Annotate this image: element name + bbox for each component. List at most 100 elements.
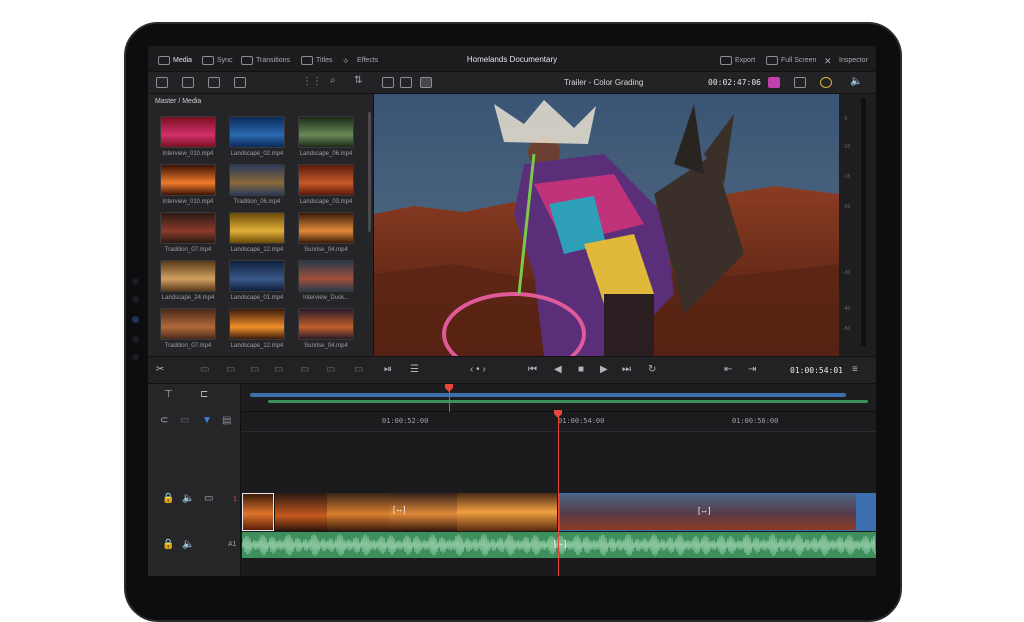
video-clip[interactable] [275,493,327,531]
snap-icon[interactable]: ⊂ [160,416,168,426]
title-tool-icon[interactable]: ⊤ [164,390,173,400]
timeline-mode-icon[interactable] [420,77,432,88]
video-visibility-icon[interactable]: ▭ [204,494,213,504]
overwrite-clip-icon[interactable]: ▭ [226,365,235,375]
meter-label: -20 [843,204,851,210]
media-clip-thumbnail[interactable] [160,116,216,148]
stop-icon[interactable]: ■ [578,365,584,375]
media-pool-scrollbar[interactable] [368,112,371,232]
media-pool: Master / Media Interview_010.mp4 Landscap… [148,94,374,356]
search-icon[interactable]: ⌕ [330,75,342,86]
blade-tool-icon[interactable]: ✂ [156,365,164,375]
sort-icon[interactable]: ⇅ [354,75,366,86]
next-edit-icon[interactable]: ⇥ [748,365,756,375]
meter-label: -10 [843,144,851,150]
viewer-mode-icon[interactable] [382,77,394,88]
top-toolbar: Media Sync Transitions Titles ✧ Effects … [148,46,876,72]
append-icon[interactable]: ▭ [326,365,335,375]
media-clip-thumbnail[interactable] [229,164,285,196]
media-clip-thumbnail[interactable] [229,212,285,244]
media-clip-thumbnail[interactable] [160,308,216,340]
prev-edit-icon[interactable]: ⇤ [724,365,732,375]
audio-clip[interactable]: [↔] [241,532,876,558]
media-clip-name: Landscape_12.mp4 [230,343,284,349]
marker-icon[interactable]: ▤ [222,416,231,426]
menu-icon[interactable]: ≡ [852,365,858,375]
track-headers: 🔒 🔈 ▭ 1 🔒 🔈 A1 [148,432,241,576]
media-clip-thumbnail[interactable] [160,164,216,196]
replace-clip-icon[interactable]: ▭ [250,365,259,375]
video-clip[interactable] [857,493,876,531]
meter-label: -5 [843,116,848,122]
skip-to-start-icon[interactable]: ⏮ [528,365,537,375]
place-on-top-icon[interactable]: ▭ [300,365,309,375]
video-clip[interactable] [457,493,557,531]
audio-mute-icon[interactable]: 🔈 [182,540,194,550]
transition-icon[interactable]: [↔] [393,505,405,514]
audio-lock-icon[interactable]: 🔒 [162,540,174,550]
video-audio-toggle-icon[interactable]: 🔈 [182,494,194,504]
video-clip[interactable]: [↔] [389,493,457,531]
ruler-timecode: 01:00:52:00 [382,417,429,425]
grid-view-icon[interactable]: ⋮⋮ [302,76,322,87]
overview-audio-strip[interactable] [268,400,868,403]
transition-icon[interactable]: [↔] [554,539,566,548]
media-clip-thumbnail[interactable] [298,260,354,292]
video-track-label: 1 [233,496,237,503]
timeline-name[interactable]: Trailer - Color Grading [564,78,643,87]
skip-to-end-icon[interactable]: ⏭ [622,365,631,375]
fullscreen-button[interactable]: Full Screen [766,54,816,66]
video-clip[interactable] [242,493,274,531]
ruler-timecode: 01:00:56:00 [732,417,779,425]
media-clip-thumbnail[interactable] [229,260,285,292]
link-icon[interactable] [234,77,246,88]
sidebar-toggle-icon[interactable] [156,77,168,88]
secondary-toolbar: ⋮⋮ ⌕ ⇅ Trailer - Color Grading 00:02:47:… [148,72,876,94]
media-clip-thumbnail[interactable] [229,116,285,148]
inspector-button[interactable]: ✕ Inspector [824,54,868,66]
timeline-ruler[interactable]: ⊂ ▭ ▼ ▤ 01:00:52:00 01:00:54:00 01:00:56… [148,412,876,432]
video-clip[interactable] [327,493,389,531]
video-clip[interactable]: [↔] [559,493,857,531]
transition-icon[interactable]: [↔] [698,506,710,515]
settings-sliders-icon[interactable]: ☰ [410,365,419,375]
media-clip-thumbnail[interactable] [298,308,354,340]
ripple-overwrite-icon[interactable]: ▭ [354,365,363,375]
color-icon[interactable] [768,77,780,88]
timeline-playhead[interactable] [558,412,559,576]
media-clip-name: Landscape_24.mp4 [161,295,215,301]
export-button[interactable]: Export [720,54,755,66]
ruler-head: ⊂ ▭ ▼ ▤ [148,412,241,432]
linked-selection-icon[interactable]: ▭ [180,416,189,426]
play-reverse-icon[interactable]: ◀ [554,365,562,375]
volume-icon[interactable]: 🔈 [850,76,862,87]
jog-control-icon[interactable]: ‹ • › [470,365,486,375]
media-clip-thumbnail[interactable] [229,308,285,340]
meter-label: -40 [843,306,851,312]
export-icon [720,55,732,65]
transform-icon[interactable] [794,77,806,88]
media-clip-thumbnail[interactable] [298,164,354,196]
source-timecode: 00:02:47:06 [708,78,761,87]
flag-icon[interactable]: ▼ [202,416,212,426]
overview-video-strip[interactable] [250,393,846,397]
overview-playhead-handle[interactable] [445,384,453,392]
fullscreen-icon [766,55,778,65]
media-clip-thumbnail[interactable] [160,260,216,292]
relink-icon[interactable] [208,77,220,88]
source-mode-icon[interactable] [400,77,412,88]
lock-track-icon[interactable]: ⊏ [200,390,208,400]
insert-clip-icon[interactable]: ▭ [200,365,209,375]
video-lock-icon[interactable]: 🔒 [162,494,174,504]
media-clip-name: Landscape_03.mp4 [299,199,353,205]
loop-icon[interactable]: ↻ [648,365,656,375]
color-wheel-icon[interactable] [820,77,832,88]
media-clip-thumbnail[interactable] [298,212,354,244]
media-clip-thumbnail[interactable] [298,116,354,148]
playback-icon[interactable]: ⏯ [384,365,392,375]
play-icon[interactable]: ▶ [600,365,608,375]
import-icon[interactable] [182,77,194,88]
record-timecode: 01:00:54:01 [790,366,843,375]
media-clip-thumbnail[interactable] [160,212,216,244]
fit-to-fill-icon[interactable]: ▭ [274,365,283,375]
